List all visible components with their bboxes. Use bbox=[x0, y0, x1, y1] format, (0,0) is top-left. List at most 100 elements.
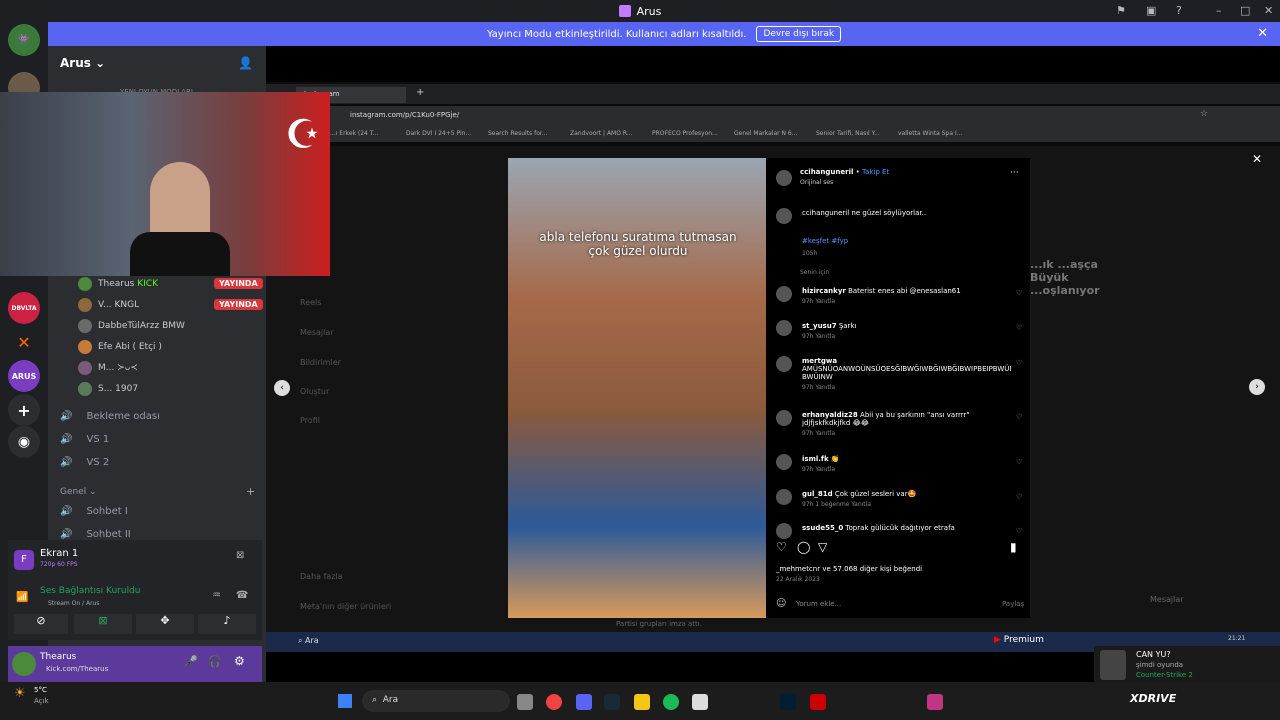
bookmark-star-icon[interactable]: ☆ bbox=[1200, 109, 1208, 119]
audio-label[interactable]: Orijinal ses bbox=[800, 179, 833, 186]
voice-channel[interactable]: 🔊 Sohbet II bbox=[60, 529, 131, 540]
ig-nav-profile[interactable]: Profil bbox=[300, 416, 320, 425]
member-row[interactable]: Thearus KICK bbox=[78, 275, 158, 293]
like-comment-icon[interactable]: ♡ bbox=[1016, 458, 1022, 466]
reel-video[interactable]: abla telefonu suratıma tutmasan çok güze… bbox=[508, 158, 766, 618]
bookmark-item[interactable]: Search Results for... bbox=[488, 130, 548, 137]
voice-channel[interactable]: 🔊 VS 2 bbox=[60, 457, 109, 468]
minimize-button[interactable]: – bbox=[1216, 4, 1222, 17]
ig-nav-messages[interactable]: Mesajlar bbox=[300, 328, 334, 337]
like-comment-icon[interactable]: ♡ bbox=[1016, 493, 1022, 501]
inbox-icon[interactable]: ⚑ bbox=[1116, 4, 1126, 17]
close-stream-icon[interactable]: ⊠ bbox=[236, 550, 244, 561]
server-icon-arus[interactable]: ARUS bbox=[8, 360, 40, 392]
likes-count[interactable]: _mehmetcnr ve 57.068 diğer kişi beğendi bbox=[776, 565, 922, 573]
voice-status[interactable]: Ses Bağlantısı Kuruldu bbox=[40, 586, 140, 596]
member-row[interactable]: M... ≻⁠⁠ᴗ≺ bbox=[78, 359, 138, 377]
invite-icon[interactable]: 👤 bbox=[238, 56, 253, 70]
avatar[interactable] bbox=[776, 523, 792, 539]
noise-suppression-icon[interactable]: ♒ bbox=[212, 590, 221, 601]
like-comment-icon[interactable]: ♡ bbox=[1016, 289, 1022, 297]
more-options-icon[interactable]: ··· bbox=[1010, 168, 1019, 178]
category-genel[interactable]: Genel ⌄ bbox=[60, 487, 97, 497]
add-server-icon[interactable]: + bbox=[8, 394, 40, 426]
comment-input[interactable]: Yorum ekle... bbox=[796, 600, 841, 608]
disable-streamer-mode-button[interactable]: Devre dışı bırak bbox=[756, 26, 842, 42]
screen-icon[interactable]: ▣ bbox=[1146, 4, 1156, 17]
game-notification[interactable]: CAN YU? şimdi oyunda Counter-Strike 2 bbox=[1094, 646, 1280, 686]
bookmark-item[interactable]: valletta Winta Spa I... bbox=[898, 130, 962, 137]
avatar[interactable] bbox=[776, 356, 792, 372]
start-icon[interactable] bbox=[338, 694, 352, 708]
headphones-icon[interactable]: 🎧 bbox=[208, 655, 222, 668]
new-tab-icon[interactable]: + bbox=[416, 87, 424, 98]
app-red-icon[interactable] bbox=[810, 694, 826, 710]
instagram-icon[interactable] bbox=[927, 694, 943, 710]
server-icon-orange[interactable]: ✕ bbox=[8, 326, 40, 358]
like-comment-icon[interactable]: ♡ bbox=[1016, 359, 1022, 367]
share-icon[interactable]: ▽ bbox=[818, 540, 827, 554]
save-icon[interactable]: ▮ bbox=[1010, 540, 1017, 554]
discord-icon[interactable] bbox=[576, 694, 592, 710]
bookmark-item[interactable]: ...ı Erkek (24 T... bbox=[330, 130, 378, 137]
ig-nav-notifications[interactable]: Bildirimler bbox=[300, 358, 341, 367]
share-screen-button[interactable]: ⊠ bbox=[74, 614, 132, 634]
comment-icon[interactable]: ◯ bbox=[797, 540, 810, 554]
voice-channel[interactable]: 🔊 Sohbet I bbox=[60, 506, 128, 517]
avatar[interactable] bbox=[776, 208, 792, 224]
close-window-button[interactable]: ✕ bbox=[1264, 4, 1273, 17]
post-hashtags[interactable]: #keşfet #fyp bbox=[802, 237, 1012, 245]
like-icon[interactable]: ♡ bbox=[776, 540, 787, 554]
server-icon-dbvlta[interactable]: DBVLTA bbox=[8, 292, 40, 324]
maximize-button[interactable]: □ bbox=[1240, 4, 1250, 17]
explorer-icon[interactable] bbox=[634, 694, 650, 710]
voice-channel[interactable]: 🔊 Bekleme odası bbox=[60, 411, 160, 422]
add-channel-icon[interactable]: + bbox=[246, 485, 255, 498]
home-icon[interactable]: 👾 bbox=[8, 24, 40, 56]
close-banner-icon[interactable]: ✕ bbox=[1257, 26, 1268, 41]
ig-nav-meta[interactable]: Meta'nın diğer ürünleri bbox=[300, 602, 391, 611]
member-row[interactable]: Efe Abi ( Etçi ) bbox=[78, 338, 162, 356]
emoji-icon[interactable]: ☺ bbox=[776, 598, 786, 609]
stream-search[interactable]: ⌕ Ara bbox=[298, 636, 319, 646]
soundboard-button[interactable]: ♪ bbox=[198, 614, 256, 634]
prev-arrow-icon[interactable]: ‹ bbox=[274, 380, 290, 396]
camera-off-button[interactable]: ⊘ bbox=[14, 614, 68, 634]
bookmark-item[interactable]: PROFECO Profesyon... bbox=[652, 130, 718, 137]
avatar[interactable] bbox=[776, 489, 792, 505]
member-row[interactable]: S... 1907 bbox=[78, 380, 138, 398]
ig-nav-create[interactable]: Oluştur bbox=[300, 387, 329, 396]
next-arrow-icon[interactable]: › bbox=[1249, 379, 1265, 395]
avatar[interactable] bbox=[776, 454, 792, 470]
avatar[interactable] bbox=[776, 170, 792, 186]
ig-nav-more[interactable]: Daha fazla bbox=[300, 572, 343, 581]
avatar[interactable] bbox=[776, 320, 792, 336]
disconnect-icon[interactable]: ☎ bbox=[236, 590, 248, 601]
ig-nav-reels[interactable]: Reels bbox=[300, 298, 321, 307]
avatar[interactable] bbox=[776, 410, 792, 426]
like-comment-icon[interactable]: ♡ bbox=[1016, 527, 1022, 535]
avatar[interactable] bbox=[776, 286, 792, 302]
steam-icon[interactable] bbox=[604, 694, 620, 710]
like-comment-icon[interactable]: ♡ bbox=[1016, 413, 1022, 421]
server-name[interactable]: Arus ⌄ bbox=[60, 56, 105, 70]
like-comment-icon[interactable]: ♡ bbox=[1016, 324, 1022, 332]
taskview-icon[interactable] bbox=[517, 694, 533, 710]
help-icon[interactable]: ? bbox=[1176, 4, 1182, 17]
taskbar-search[interactable]: ⌕ Ara bbox=[362, 690, 510, 712]
address-bar[interactable]: instagram.com/p/C1Ku0-FPGje/ ☆ bbox=[330, 106, 1280, 126]
member-row[interactable]: V... KNGL bbox=[78, 296, 139, 314]
avatar[interactable] bbox=[12, 652, 36, 676]
voice-channel[interactable]: 🔊 VS 1 bbox=[60, 434, 109, 445]
bookmark-item[interactable]: Senior Tarifi, Nasıl Y... bbox=[816, 130, 880, 137]
member-row[interactable]: DabbeTülArzz BMW bbox=[78, 317, 185, 335]
ig-messages-button[interactable]: Mesajlar bbox=[1150, 595, 1184, 604]
share-button[interactable]: Paylaş bbox=[1002, 600, 1024, 608]
post-author[interactable]: ccihanguneril • Takip Et bbox=[800, 168, 889, 176]
spotify-icon[interactable] bbox=[663, 694, 679, 710]
bookmark-item[interactable]: Genel Markalar N 6... bbox=[734, 130, 797, 137]
bookmark-item[interactable]: Dark DVI I 24+5 Pin... bbox=[406, 130, 471, 137]
bookmark-item[interactable]: Zandvoort | AMO R... bbox=[570, 130, 633, 137]
epic-icon[interactable] bbox=[692, 694, 708, 710]
for-you-filter[interactable]: Senin için bbox=[800, 269, 829, 276]
